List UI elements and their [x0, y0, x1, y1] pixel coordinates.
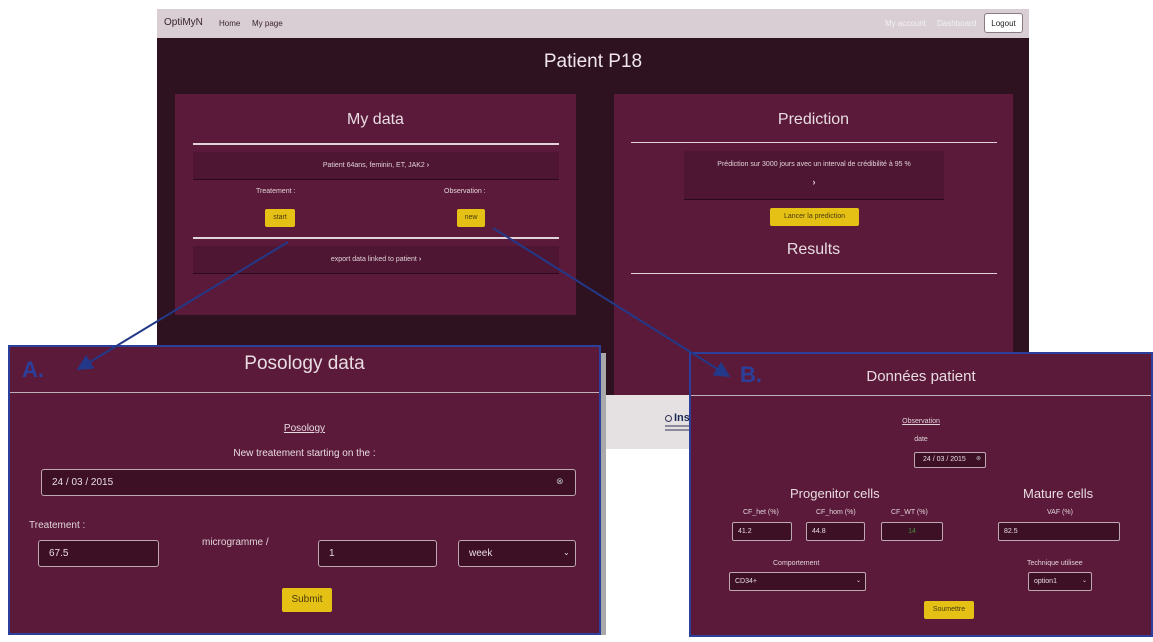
annotation-arrows: [76, 227, 731, 378]
arrow-icon: [76, 241, 289, 371]
arrow-icon: [492, 227, 731, 378]
